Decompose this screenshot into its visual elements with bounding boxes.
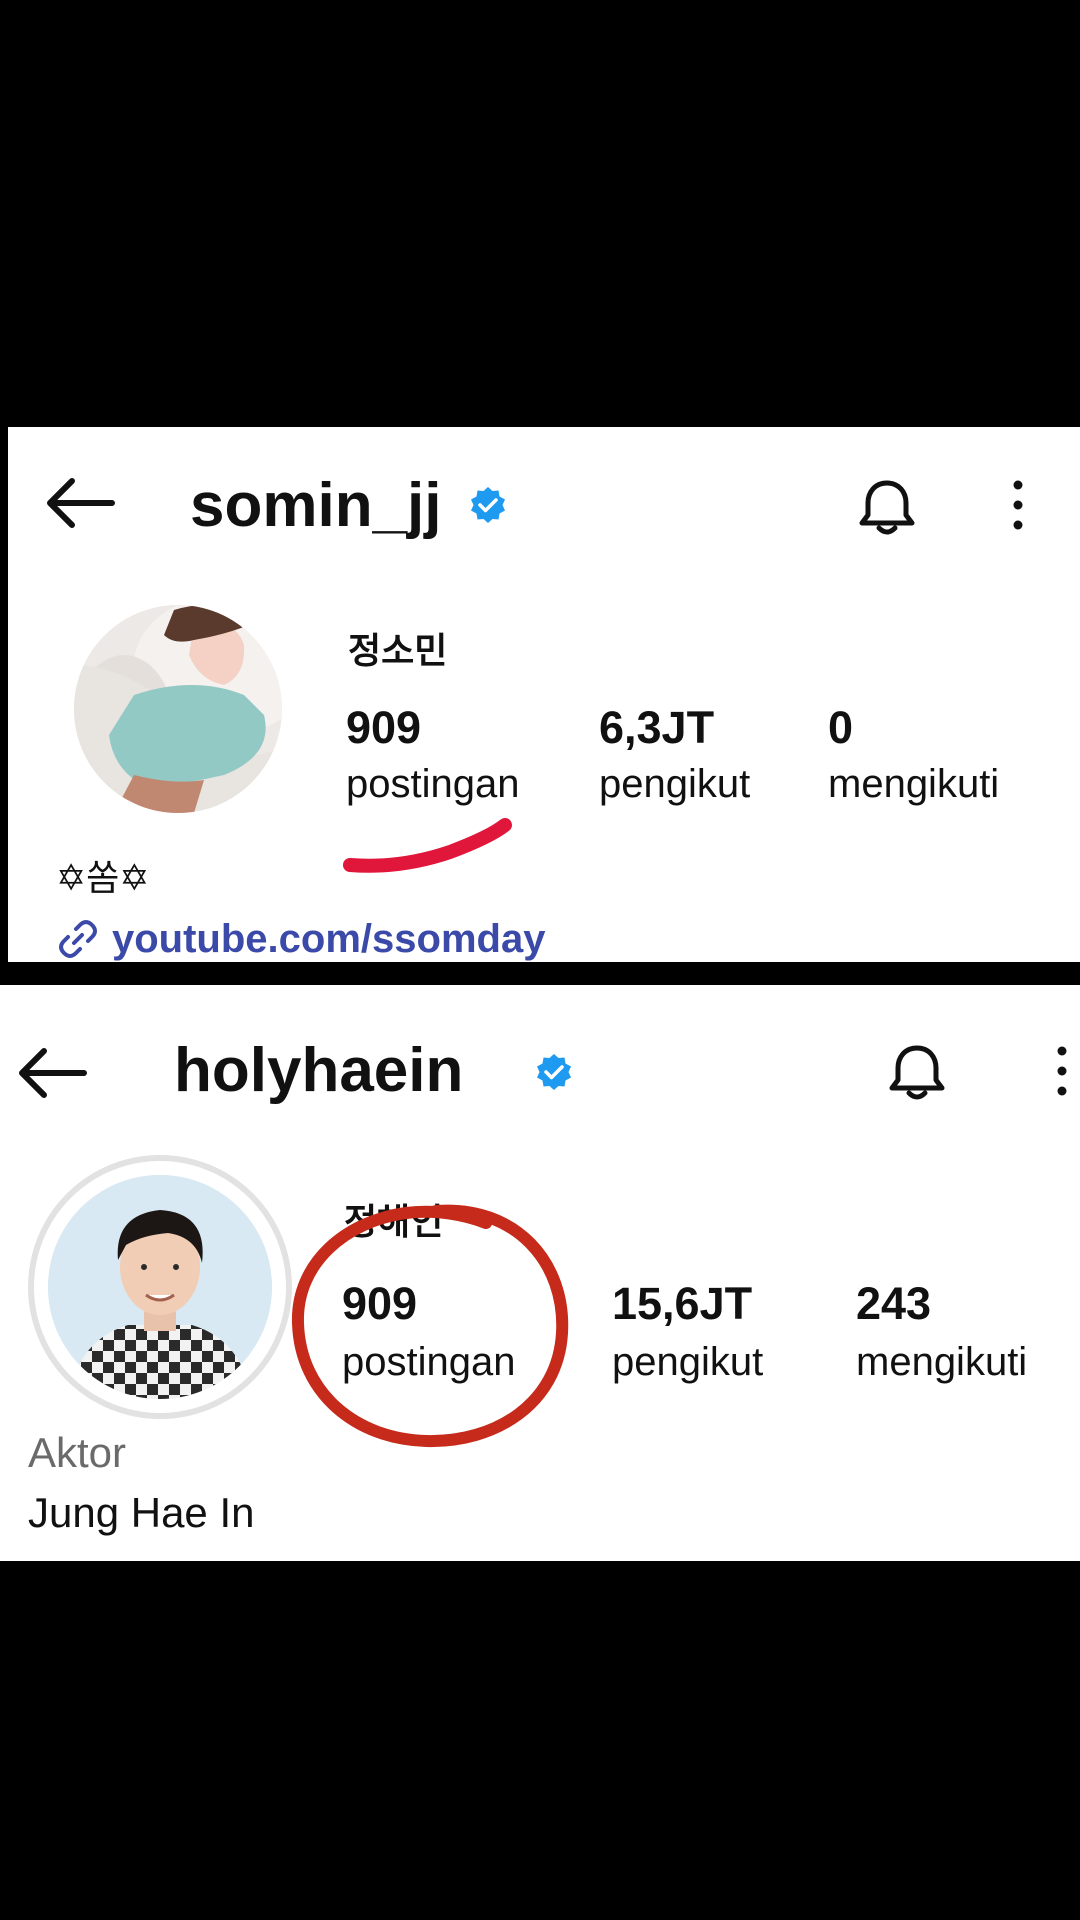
stat-following[interactable]: 0 mengikuti (828, 705, 999, 804)
notification-bell-icon[interactable] (886, 1040, 948, 1104)
following-count: 0 (828, 702, 854, 753)
red-circle-annotation (291, 1204, 569, 1448)
profile-link[interactable]: youtube.com/ssomday (54, 915, 545, 962)
red-underline-annotation (343, 818, 512, 873)
bio-text: Jung Hae In (28, 1489, 255, 1536)
followers-label: pengikut (599, 762, 751, 806)
stat-followers[interactable]: 6,3JT pengikut (599, 705, 750, 804)
posts-count: 909 (346, 702, 422, 753)
profile-avatar[interactable] (74, 605, 282, 813)
verified-badge-icon (537, 1054, 571, 1090)
stat-followers[interactable]: 15,6JT pengikut (612, 1281, 763, 1382)
followers-count: 6,3JT (599, 702, 715, 753)
more-options-icon[interactable] (1008, 477, 1028, 533)
profile-panel-somin: somin_jj 정소민 909 postingan 6,3JT pengiku… (8, 427, 1080, 962)
bio-text: ✡쏨✡ (56, 858, 150, 899)
username: somin_jj (190, 471, 442, 540)
display-name: 정소민 (348, 631, 448, 672)
link-text[interactable]: youtube.com/ssomday (112, 917, 545, 962)
following-count: 243 (856, 1278, 932, 1329)
stat-following[interactable]: 243 mengikuti (856, 1281, 1027, 1382)
following-label: mengikuti (856, 1340, 1028, 1384)
posts-label: postingan (346, 762, 520, 806)
link-icon (59, 920, 97, 958)
category-label: Aktor (28, 1429, 127, 1476)
notification-bell-icon[interactable] (856, 475, 918, 539)
stat-posts[interactable]: 909 postingan (346, 705, 519, 804)
profile-panel-haein: holyhaein 정해인 909 postingan 15,6JT pengi… (0, 985, 1080, 1561)
back-arrow-icon[interactable] (44, 475, 116, 531)
profile-avatar[interactable] (48, 1175, 272, 1399)
followers-count: 15,6JT (612, 1278, 753, 1329)
followers-label: pengikut (612, 1340, 764, 1384)
following-label: mengikuti (828, 762, 1000, 806)
back-arrow-icon[interactable] (16, 1045, 88, 1101)
username: holyhaein (174, 1036, 464, 1105)
more-options-icon[interactable] (1052, 1043, 1072, 1099)
verified-badge-icon (471, 487, 505, 523)
